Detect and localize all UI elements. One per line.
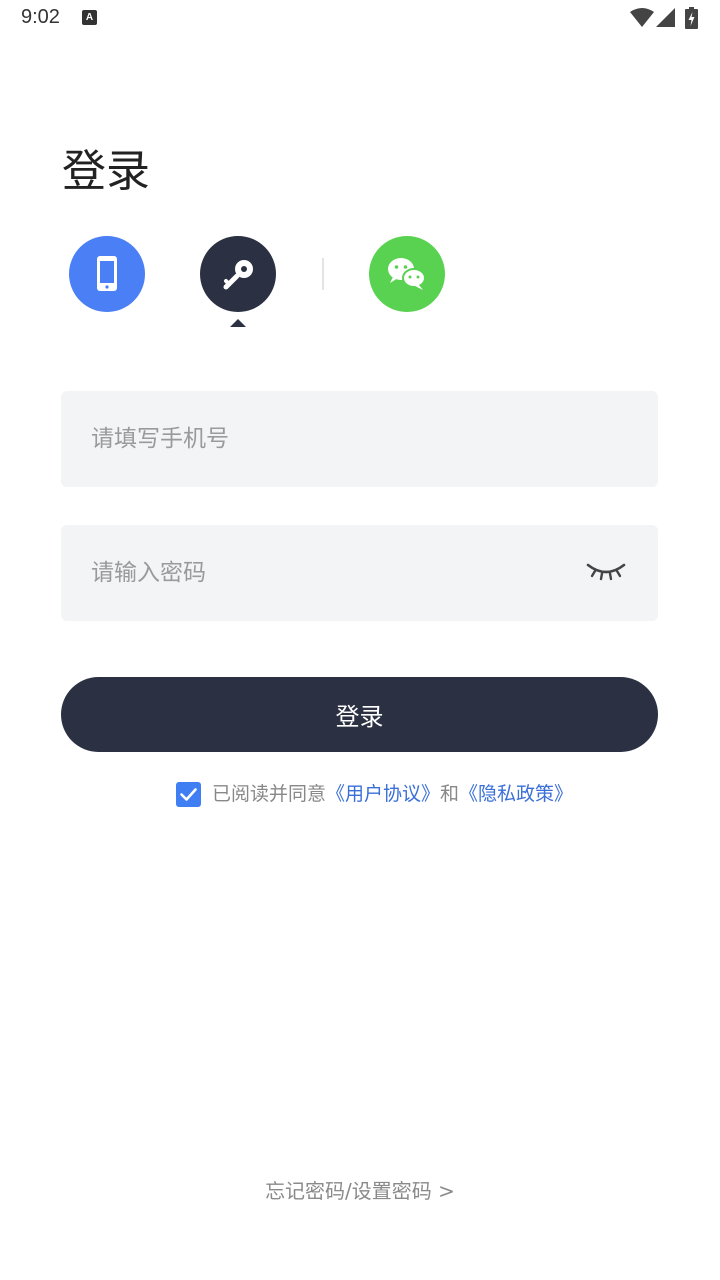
password-field (61, 525, 658, 621)
signal-icon (656, 8, 675, 27)
eye-closed-icon[interactable] (586, 561, 626, 583)
forgot-password-link[interactable]: 忘记密码/设置密码 > (0, 1177, 720, 1205)
page-title: 登录 (62, 146, 150, 197)
wechat-icon (388, 258, 426, 290)
method-divider (322, 258, 324, 290)
a-letter-icon: A (82, 10, 97, 25)
agreement-conjunction: 和 (440, 783, 460, 805)
phone-input[interactable] (91, 391, 591, 487)
password-input[interactable] (91, 525, 591, 621)
user-agreement-link[interactable]: 《用户协议》 (326, 783, 440, 805)
agreement-prefix: 已阅读并同意 (212, 783, 327, 805)
phone-login-method-button[interactable] (69, 236, 145, 312)
selected-method-indicator (230, 319, 246, 327)
password-login-method-button[interactable] (200, 236, 276, 312)
a-letter-glyph: A (85, 12, 94, 23)
status-bar: 9:02 A (0, 0, 720, 36)
agreement-text: 已阅读并同意《用户协议》和《隐私政策》 (212, 780, 573, 808)
key-icon (223, 260, 253, 290)
phone-field (61, 391, 658, 487)
phone-icon (97, 256, 117, 291)
battery-charging-icon (685, 7, 698, 29)
privacy-policy-link[interactable]: 《隐私政策》 (459, 783, 573, 805)
agree-checkbox[interactable] (176, 782, 201, 807)
status-time: 9:02 (21, 6, 60, 28)
checkmark-icon (180, 788, 197, 801)
wechat-login-method-button[interactable] (369, 236, 445, 312)
login-button[interactable]: 登录 (61, 677, 658, 752)
wifi-icon (630, 8, 654, 27)
